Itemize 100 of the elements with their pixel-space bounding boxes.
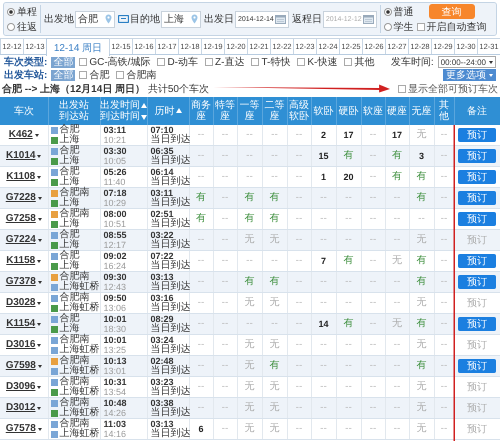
dropdown-icon[interactable] [37, 176, 42, 179]
checkbox-label[interactable]: 显示全部可预订车次 [408, 82, 498, 96]
checkbox-label[interactable]: T-特快 [261, 55, 290, 69]
column-header: 硬座 [385, 97, 409, 125]
dropdown-icon[interactable] [34, 134, 39, 137]
radio-button[interactable] [7, 8, 15, 16]
table-cell: -- [189, 376, 213, 398]
date-tab[interactable]: 12-14 周日 [46, 38, 110, 56]
table-cell: 无 [409, 292, 434, 314]
checkbox[interactable] [297, 58, 306, 66]
departure-time: 10:01 [104, 335, 128, 345]
dropdown-icon[interactable] [37, 260, 42, 263]
table-cell: -- [361, 208, 385, 230]
table-cell: -- [311, 208, 336, 230]
book-button[interactable]: 预订 [458, 149, 496, 163]
column-header: 无座 [409, 97, 434, 125]
checkbox[interactable] [251, 58, 260, 66]
sort-icon[interactable] [176, 108, 182, 113]
checkbox-label[interactable]: D-动车 [167, 55, 198, 69]
dropdown-icon[interactable] [37, 302, 42, 305]
book-button[interactable]: 预订 [458, 128, 496, 142]
arrival-day: 当日到达 [150, 324, 188, 334]
train-number-link[interactable]: D3096 [6, 381, 36, 392]
table-cell: 无 [409, 418, 434, 440]
checkbox-label[interactable]: 合肥南 [126, 68, 156, 82]
table-cell: 无 [262, 230, 287, 250]
dropdown-icon[interactable] [38, 428, 42, 431]
train-number-link[interactable]: G7578 [6, 423, 36, 434]
radio-button[interactable] [384, 8, 392, 16]
column-header[interactable]: 到达时间 [100, 111, 140, 122]
checkbox-label[interactable]: GC-高铁/城际 [89, 55, 150, 69]
table-cell: 14 [311, 314, 336, 334]
checkbox-label[interactable]: 其他 [354, 55, 374, 69]
table-cell: -- [262, 146, 287, 166]
column-header: 硬卧 [336, 97, 361, 125]
table-cell: -- [385, 356, 409, 376]
dropdown-icon[interactable] [37, 407, 42, 410]
checkbox[interactable] [79, 58, 88, 66]
table-cell: -- [361, 376, 385, 398]
duration: 03:22 [150, 230, 174, 240]
table-cell: -- [385, 272, 409, 292]
arrival-day: 当日到达 [150, 282, 188, 292]
dropdown-icon[interactable] [37, 323, 42, 326]
book-button[interactable]: 预订 [458, 191, 496, 205]
book-button[interactable]: 预订 [458, 275, 496, 289]
checkbox[interactable] [157, 58, 166, 66]
time-select[interactable]: 00:00--24:00 [438, 56, 496, 68]
input-field[interactable]: 合肥 [75, 10, 115, 28]
dropdown-icon[interactable] [38, 281, 42, 284]
station-name: 合肥南 [60, 293, 90, 303]
radio-button[interactable] [7, 22, 15, 30]
checkbox[interactable] [205, 58, 214, 66]
table-cell: 3 [409, 146, 434, 166]
checkbox-label[interactable]: 开启自动查询 [426, 20, 487, 34]
station-name: 合肥南 [60, 209, 90, 219]
column-header: 二等座 [262, 97, 287, 125]
radio-label[interactable]: 单程 [17, 4, 37, 18]
table-cell: -- [287, 208, 311, 230]
checkbox-label[interactable]: K-快速 [307, 55, 338, 69]
checkbox[interactable] [344, 58, 352, 66]
column-header[interactable]: 历时 [154, 106, 174, 116]
train-number-link[interactable]: K1108 [6, 171, 36, 182]
checkbox[interactable] [116, 71, 124, 79]
dropdown-icon[interactable] [38, 197, 42, 200]
table-cell: -- [361, 356, 385, 376]
input-field[interactable]: 上海 [161, 10, 201, 28]
table-cell: -- [361, 292, 385, 314]
radio-label[interactable]: 学生 [394, 20, 414, 34]
arrival-day: 当日到达 [150, 261, 188, 271]
train-number-link[interactable]: D3016 [6, 339, 36, 350]
book-button[interactable]: 预订 [458, 359, 496, 373]
book-button[interactable]: 预订 [458, 212, 496, 226]
book-button[interactable]: 预订 [458, 317, 496, 331]
radio-button[interactable] [384, 22, 392, 30]
table-cell: 无 [385, 250, 409, 272]
dropdown-icon[interactable] [37, 155, 42, 158]
train-number-link[interactable]: K462 [8, 129, 33, 140]
dropdown-icon[interactable] [38, 218, 42, 221]
checkbox[interactable] [79, 71, 88, 79]
more-options-button[interactable]: 更多选项 [443, 69, 496, 81]
column-header[interactable]: 出发时间 [100, 100, 140, 111]
checkbox-label[interactable]: 合肥 [89, 68, 110, 82]
train-number-link[interactable]: D3028 [6, 297, 36, 308]
checkbox-label[interactable]: Z-直达 [215, 55, 244, 69]
book-button[interactable]: 预订 [458, 254, 496, 268]
table-cell: -- [434, 166, 454, 188]
checkbox[interactable] [416, 23, 425, 31]
dropdown-icon[interactable] [37, 344, 42, 347]
table-cell: -- [189, 356, 213, 376]
table-cell: -- [213, 146, 237, 166]
radio-label[interactable]: 普通 [394, 4, 414, 18]
dropdown-icon[interactable] [38, 365, 42, 368]
train-number-link[interactable]: G7258 [6, 213, 36, 224]
radio-label[interactable]: 往返 [17, 20, 37, 34]
train-number-link[interactable]: K1158 [6, 255, 36, 266]
table-cell: -- [434, 272, 454, 292]
book-button[interactable]: 预订 [458, 170, 496, 184]
dropdown-icon[interactable] [37, 386, 42, 389]
dropdown-icon[interactable] [38, 239, 42, 242]
checkbox[interactable] [398, 84, 406, 92]
